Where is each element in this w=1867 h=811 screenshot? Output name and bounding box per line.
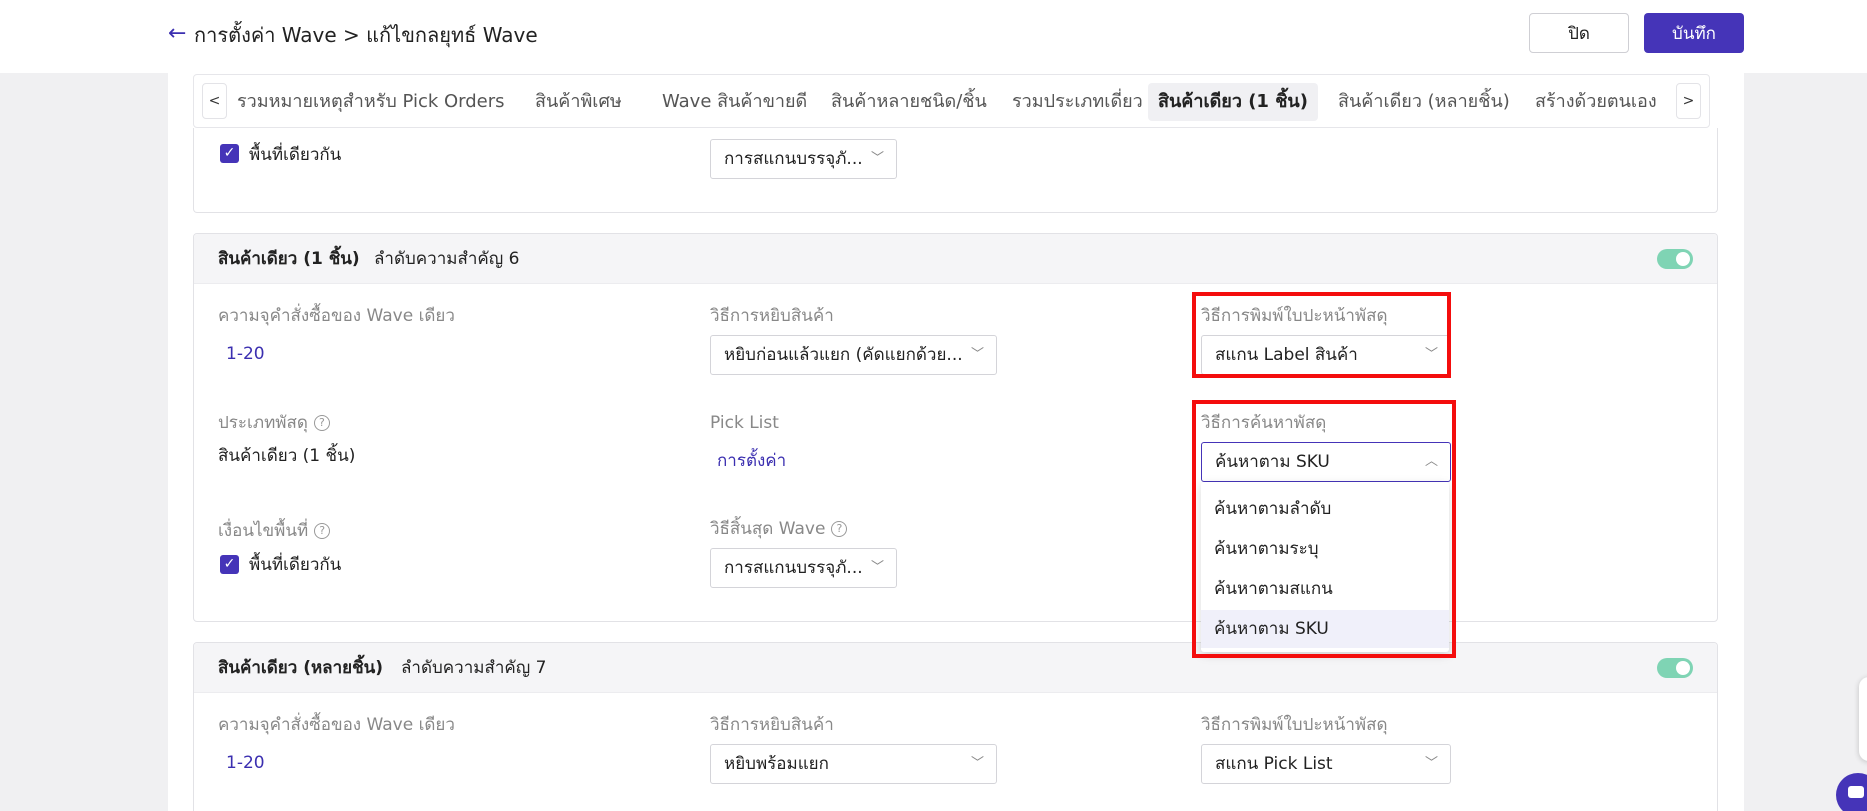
breadcrumb: การตั้งค่า Wave > แก้ไขกลยุทธ์ Wave — [194, 23, 538, 47]
tab-single-type-combined[interactable]: รวมประเภทเดี่ยว — [1002, 83, 1153, 121]
save-button[interactable]: บันทึก — [1644, 13, 1744, 53]
parcel-type-value: สินค้าเดียว (1 ชิ้น) — [218, 446, 356, 466]
tab-manual[interactable]: สร้างด้วยตนเอง — [1525, 83, 1667, 121]
dropdown-option[interactable]: ค้นหาตามลำดับ — [1201, 490, 1449, 528]
chevron-down-icon: ﹀ — [970, 347, 984, 362]
tab-special-products[interactable]: สินค้าพิเศษ — [525, 83, 632, 121]
chevron-down-icon: ﹀ — [870, 151, 884, 166]
enable-toggle[interactable] — [1657, 249, 1693, 269]
tab-multi-type[interactable]: สินค้าหลายชนิด/ชิ้น — [821, 83, 997, 121]
card-single-multi-piece: สินค้าเดียว (หลายชิ้น) ลำดับความสำคัญ 7 … — [193, 642, 1718, 811]
parcel-type-label: ประเภทพัสดุ? — [218, 411, 330, 435]
chevron-down-icon: ﹀ — [970, 756, 984, 771]
wave-end-label: วิธีสิ้นสุด Wave? — [710, 517, 848, 541]
same-area-label: พื้นที่เดียวกัน — [249, 145, 342, 165]
search-method-label: วิธีการค้นหาพัสดุ — [1201, 413, 1327, 433]
top-header: ← การตั้งค่า Wave > แก้ไขกลยุทธ์ Wave ปิ… — [0, 0, 1867, 73]
card-previous: ✓ พื้นที่เดียวกัน การสแกนบรรจุภั... ﹀ — [193, 128, 1718, 213]
chevron-up-icon: ︿ — [1424, 454, 1438, 469]
enable-toggle[interactable] — [1657, 658, 1693, 678]
capacity-label: ความจุคำสั่งซื้อของ Wave เดียว — [218, 715, 455, 735]
card-priority: ลำดับความสำคัญ 6 — [374, 249, 520, 269]
same-area-checkbox[interactable]: ✓ — [220, 144, 239, 163]
card-title: สินค้าเดียว (หลายชิ้น) — [218, 658, 384, 678]
chevron-down-icon: ﹀ — [870, 560, 884, 575]
pick-list-settings-link[interactable]: การตั้งค่า — [717, 449, 786, 473]
pick-method-select[interactable]: หยิบพร้อมแยก ﹀ — [710, 744, 997, 784]
same-area-label: พื้นที่เดียวกัน — [249, 555, 342, 575]
card-header: สินค้าเดียว (1 ชิ้น) ลำดับความสำคัญ 6 — [194, 234, 1717, 284]
dropdown-option[interactable]: ค้นหาตามสแกน — [1201, 570, 1449, 608]
chevron-down-icon: ﹀ — [1424, 756, 1438, 771]
chevron-down-icon: ﹀ — [1424, 347, 1438, 362]
help-icon[interactable]: ? — [313, 415, 330, 431]
tab-bestseller-wave[interactable]: Wave สินค้าขายดี — [652, 83, 817, 121]
wave-end-select[interactable]: การสแกนบรรจุภั... ﹀ — [710, 139, 897, 179]
capacity-label: ความจุคำสั่งซื้อของ Wave เดียว — [218, 306, 455, 326]
tab-pick-orders-notes[interactable]: รวมหมายเหตุสำหรับ Pick Orders — [227, 83, 515, 121]
pick-method-select[interactable]: หยิบก่อนแล้วแยก (คัดแยกด้วย... ﹀ — [710, 335, 997, 375]
pick-method-label: วิธีการหยิบสินค้า — [710, 306, 834, 326]
tabs-scroll-left-icon[interactable]: < — [202, 83, 227, 119]
search-method-dropdown: ค้นหาตามลำดับ ค้นหาตามระบุ ค้นหาตามสแกน … — [1201, 482, 1449, 652]
print-method-select[interactable]: สแกน Pick List ﹀ — [1201, 744, 1451, 784]
wave-end-select[interactable]: การสแกนบรรจุภั... ﹀ — [710, 548, 897, 588]
card-title: สินค้าเดียว (1 ชิ้น) — [218, 249, 360, 269]
capacity-value[interactable]: 1-20 — [226, 342, 265, 366]
side-float-widget[interactable] — [1859, 677, 1867, 761]
close-button[interactable]: ปิด — [1529, 13, 1629, 53]
print-method-select[interactable]: สแกน Label สินค้า ﹀ — [1201, 335, 1451, 375]
capacity-value[interactable]: 1-20 — [226, 751, 265, 775]
card-header: สินค้าเดียว (หลายชิ้น) ลำดับความสำคัญ 7 — [194, 643, 1717, 693]
pick-list-label: Pick List — [710, 413, 779, 433]
card-priority: ลำดับความสำคัญ 7 — [401, 658, 547, 678]
strategy-tabs: < รวมหมายเหตุสำหรับ Pick Orders สินค้าพิ… — [193, 74, 1710, 128]
area-condition-label: เงื่อนไขพื้นที่? — [218, 519, 331, 543]
same-area-checkbox[interactable]: ✓ — [220, 555, 239, 574]
chat-icon[interactable] — [1836, 773, 1867, 811]
pick-method-label: วิธีการหยิบสินค้า — [710, 715, 834, 735]
print-method-label: วิธีการพิมพ์ใบปะหน้าพัสดุ — [1201, 715, 1388, 735]
help-icon[interactable]: ? — [831, 521, 848, 537]
back-arrow-icon[interactable]: ← — [168, 20, 186, 48]
tab-single-multi-piece[interactable]: สินค้าเดียว (หลายชิ้น) — [1328, 83, 1520, 121]
dropdown-option-selected[interactable]: ค้นหาตาม SKU — [1201, 610, 1449, 648]
search-method-select[interactable]: ค้นหาตาม SKU ︿ — [1201, 442, 1451, 482]
print-method-label: วิธีการพิมพ์ใบปะหน้าพัสดุ — [1201, 306, 1388, 326]
help-icon[interactable]: ? — [314, 523, 331, 539]
tab-single-one-piece[interactable]: สินค้าเดียว (1 ชิ้น) — [1148, 83, 1318, 121]
dropdown-option[interactable]: ค้นหาตามระบุ — [1201, 530, 1449, 568]
card-single-one-piece: สินค้าเดียว (1 ชิ้น) ลำดับความสำคัญ 6 คว… — [193, 233, 1718, 622]
tabs-scroll-right-icon[interactable]: > — [1676, 83, 1701, 119]
